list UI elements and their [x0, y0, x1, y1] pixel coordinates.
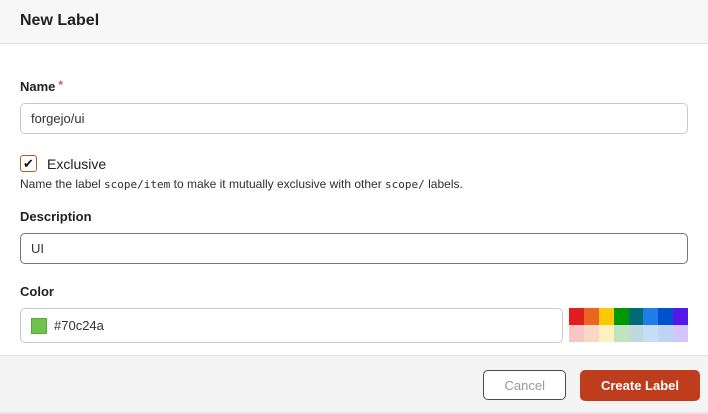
dialog-footer: Cancel Create Label [0, 355, 708, 414]
color-palette [569, 308, 688, 342]
color-preview-swatch [31, 317, 47, 334]
palette-swatch[interactable] [598, 308, 614, 325]
color-label: Color [20, 284, 54, 299]
palette-swatch[interactable] [613, 325, 629, 342]
color-hex-input[interactable] [54, 318, 552, 333]
palette-swatch[interactable] [643, 308, 659, 325]
scope-item-code: scope/item [104, 178, 171, 191]
create-label-button[interactable]: Create Label [579, 369, 700, 401]
exclusive-help-text: Name the label scope/item to make it mut… [20, 177, 463, 191]
dialog-body: Name* ✔ Exclusive Name the label scope/i… [0, 44, 708, 355]
name-label: Name [20, 79, 56, 94]
palette-swatch[interactable] [613, 308, 629, 325]
exclusive-checkbox[interactable]: ✔ [20, 155, 37, 172]
palette-swatch[interactable] [583, 308, 599, 325]
palette-swatch[interactable] [598, 325, 614, 342]
color-field-group: Color [20, 283, 688, 343]
cancel-button[interactable]: Cancel [483, 370, 566, 400]
palette-swatch[interactable] [628, 308, 644, 325]
dialog-title: New Label [20, 12, 100, 29]
description-input[interactable] [20, 233, 688, 264]
scope-code: scope/ [385, 178, 425, 191]
palette-swatch[interactable] [673, 308, 688, 325]
new-label-dialog: New Label Name* ✔ Exclusive Name the lab… [0, 0, 708, 414]
description-label: Description [20, 209, 92, 224]
palette-swatch[interactable] [673, 325, 688, 342]
palette-swatch[interactable] [628, 325, 644, 342]
color-row [20, 308, 688, 343]
palette-swatch[interactable] [658, 308, 674, 325]
checkmark-icon: ✔ [23, 156, 34, 171]
description-field-group: Description [20, 208, 688, 264]
palette-swatch[interactable] [643, 325, 659, 342]
palette-swatch[interactable] [569, 325, 584, 342]
color-input-wrap[interactable] [20, 308, 563, 343]
exclusive-field-group: ✔ Exclusive Name the label scope/item to… [20, 155, 688, 191]
dialog-header: New Label [0, 0, 708, 44]
exclusive-label: Exclusive [47, 155, 107, 172]
palette-swatch[interactable] [658, 325, 674, 342]
required-asterisk: * [58, 78, 64, 92]
palette-swatch[interactable] [569, 308, 584, 325]
exclusive-checkbox-row[interactable]: ✔ Exclusive [20, 155, 688, 172]
name-input[interactable] [20, 103, 688, 134]
palette-swatch[interactable] [583, 325, 599, 342]
name-field-group: Name * [20, 78, 688, 134]
